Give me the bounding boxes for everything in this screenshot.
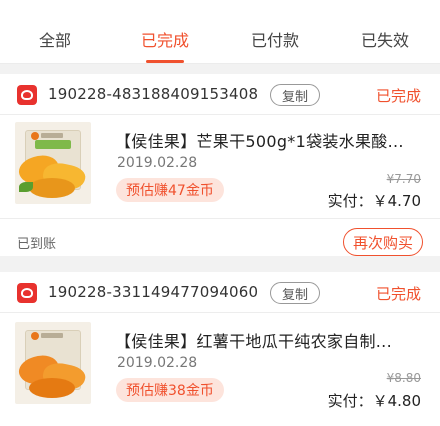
store-logo-icon bbox=[17, 85, 37, 105]
order-tabs: 全部 已完成 已付款 已失效 bbox=[0, 0, 440, 64]
tab-label: 全部 bbox=[38, 31, 71, 50]
tab-invalid[interactable]: 已失效 bbox=[330, 0, 440, 63]
order-status: 已完成 bbox=[375, 285, 421, 303]
copy-button[interactable]: 复制 bbox=[270, 282, 320, 304]
product-title[interactable]: 【侯佳果】红薯干地瓜干纯农家自制... bbox=[115, 328, 392, 352]
divider bbox=[0, 218, 440, 219]
order-status: 已完成 bbox=[375, 87, 421, 105]
tab-completed[interactable]: 已完成 bbox=[110, 0, 220, 63]
rebuy-button[interactable]: 再次购买 bbox=[343, 228, 423, 256]
order-card[interactable]: 190228-483188409153408 复制 已完成 【侯佳果】芒果干50… bbox=[0, 74, 440, 256]
order-number: 190228-331149477094060 bbox=[48, 283, 259, 301]
settlement-status: 已到账 bbox=[17, 237, 57, 252]
product-image[interactable] bbox=[15, 122, 91, 204]
divider bbox=[0, 114, 440, 115]
tab-all[interactable]: 全部 bbox=[0, 0, 110, 63]
store-logo-icon bbox=[17, 283, 37, 303]
tab-label: 已完成 bbox=[140, 31, 189, 50]
active-tab-indicator bbox=[146, 60, 184, 63]
tab-paid[interactable]: 已付款 bbox=[220, 0, 330, 63]
original-price: ¥7.70 bbox=[386, 172, 421, 186]
order-date: 2019.02.28 bbox=[117, 355, 198, 371]
section-gap bbox=[0, 64, 440, 74]
divider bbox=[0, 312, 440, 313]
product-title[interactable]: 【侯佳果】芒果干500g*1袋装水果酸... bbox=[115, 128, 404, 152]
estimated-earnings-badge: 预估赚47金币 bbox=[116, 178, 224, 202]
product-image[interactable] bbox=[15, 322, 91, 404]
original-price: ¥8.80 bbox=[386, 371, 421, 385]
tab-label: 已失效 bbox=[360, 31, 409, 50]
order-header: 190228-331149477094060 复制 已完成 bbox=[0, 272, 440, 312]
estimated-earnings-badge: 预估赚38金币 bbox=[116, 378, 224, 402]
order-date: 2019.02.28 bbox=[117, 155, 198, 171]
copy-button[interactable]: 复制 bbox=[270, 84, 320, 106]
order-card[interactable]: 190228-331149477094060 复制 已完成 【侯佳果】红薯干地瓜… bbox=[0, 272, 440, 426]
paid-amount: 实付：￥4.70 bbox=[327, 192, 421, 210]
order-header: 190228-483188409153408 复制 已完成 bbox=[0, 74, 440, 114]
paid-amount: 实付：￥4.80 bbox=[327, 392, 421, 410]
tab-label: 已付款 bbox=[250, 31, 299, 50]
order-number: 190228-483188409153408 bbox=[48, 85, 259, 103]
